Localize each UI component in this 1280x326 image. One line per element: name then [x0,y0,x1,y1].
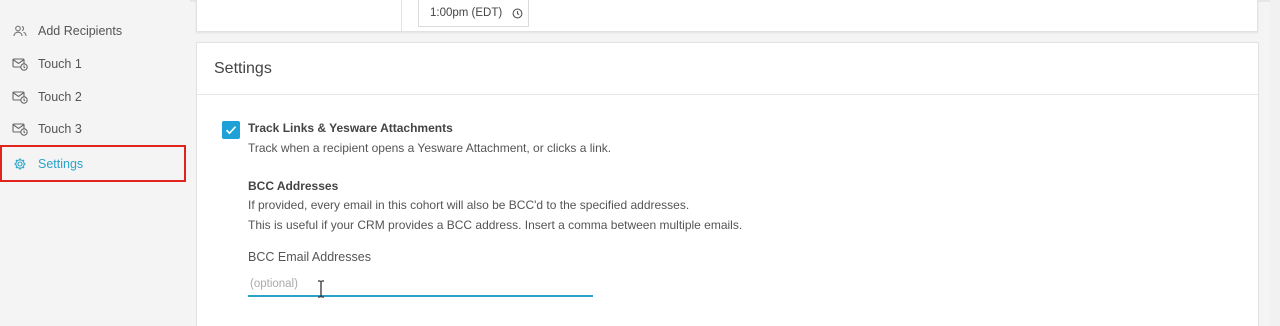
sidebar-item-add-recipients[interactable]: Add Recipients [0,14,186,47]
sidebar-item-label: Settings [38,156,84,171]
sidebar-item-settings[interactable]: Settings [0,145,186,182]
mail-clock-icon [12,89,28,105]
bcc-description-1: If provided, every email in this cohort … [248,198,690,212]
sidebar-item-label: Add Recipients [38,23,123,38]
send-time-field[interactable]: 1:00pm (EDT) [418,0,529,27]
schedule-divider [401,0,402,32]
sidebar-item-label: Touch 3 [38,121,82,136]
track-links-checkbox[interactable] [222,121,240,139]
track-links-label: Track Links & Yesware Attachments [248,121,453,135]
users-icon [12,23,28,39]
track-links-description: Track when a recipient opens a Yesware A… [248,141,612,155]
gear-icon [12,156,28,172]
text-cursor-icon [318,280,324,298]
mail-clock-icon [12,121,28,137]
schedule-card [196,0,1258,32]
scrollbar[interactable] [1270,0,1280,326]
clock-icon [512,8,523,19]
sidebar-item-label: Touch 2 [38,89,82,104]
bcc-field-label: BCC Email Addresses [248,250,371,264]
send-time-value: 1:00pm (EDT) [430,7,503,19]
checkmark-icon [225,126,237,135]
bcc-heading: BCC Addresses [248,179,339,193]
sidebar-item-touch-2[interactable]: Touch 2 [0,80,186,113]
bcc-email-input[interactable] [248,273,593,297]
sidebar: Add Recipients Touch 1 Touch 2 Touch 3 S… [0,0,190,326]
sidebar-item-touch-1[interactable]: Touch 1 [0,47,186,80]
mail-clock-icon [12,56,28,72]
sidebar-item-label: Touch 1 [38,56,82,71]
sidebar-item-touch-3[interactable]: Touch 3 [0,112,186,145]
settings-title: Settings [197,43,1258,95]
settings-card: Settings Track Links & Yesware Attachmen… [196,42,1259,326]
bcc-description-2: This is useful if your CRM provides a BC… [248,218,743,232]
